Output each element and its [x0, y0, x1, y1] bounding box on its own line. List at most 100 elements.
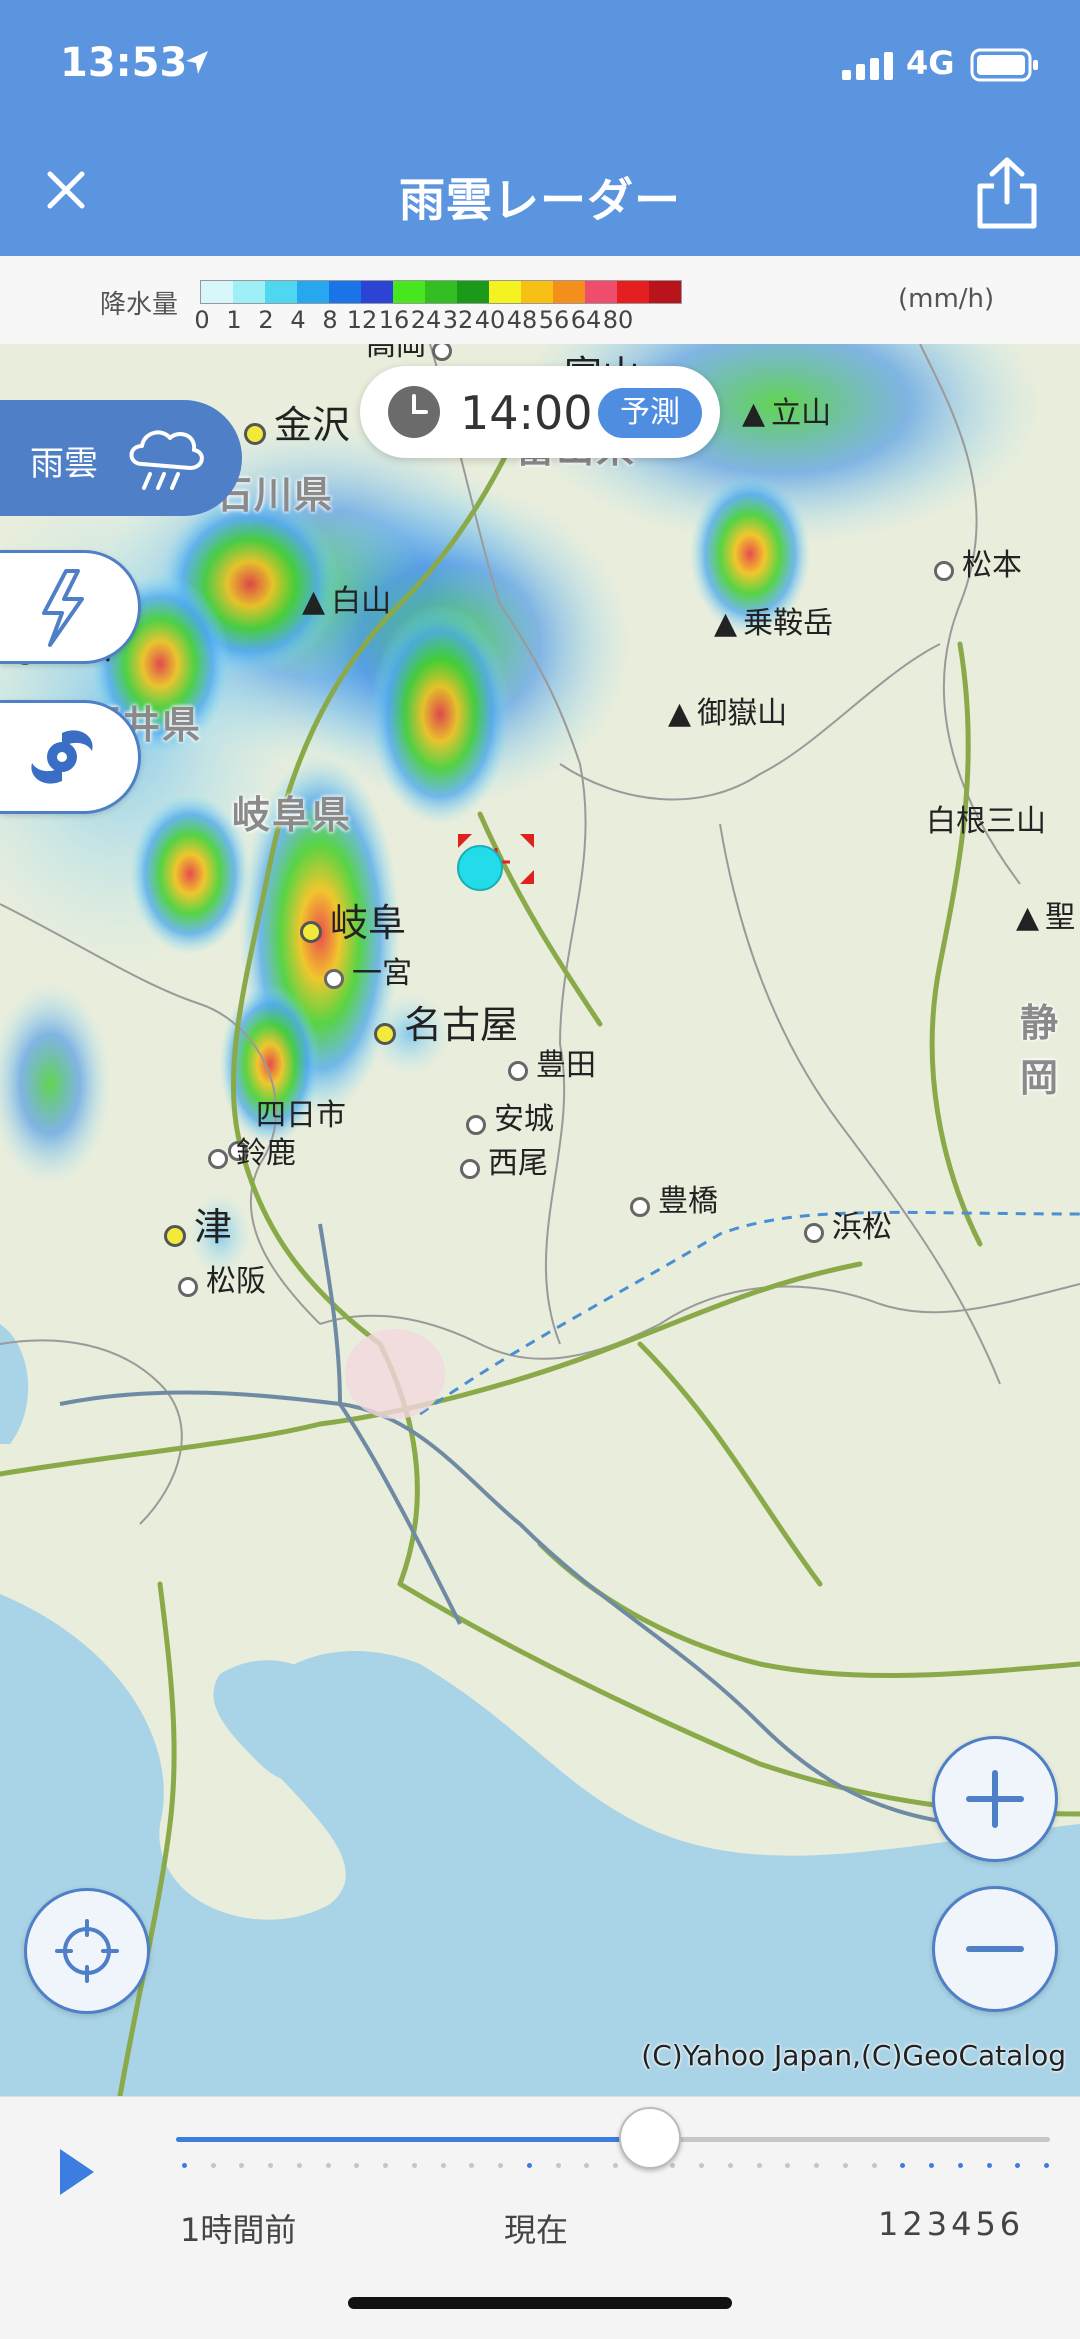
status-bar: 13:53 4G — [0, 0, 1080, 134]
timeline-tick — [1015, 2163, 1021, 2168]
legend-tick-label: 2 — [258, 306, 274, 334]
page-title: 雨雲レーダー — [399, 173, 681, 227]
timeline-progress — [176, 2137, 648, 2142]
zoom-out-button[interactable] — [932, 1886, 1058, 2012]
radar-map[interactable]: 富山県 石川県 福井県 岐阜県 静岡 富山 金沢 福井 岐阜 名古屋 津 高岡 … — [0, 344, 1080, 2096]
timeline-tick — [239, 2163, 245, 2168]
legend-swatch — [265, 281, 297, 303]
legend-tick-label: 80 — [602, 306, 634, 334]
pref-label-shizuoka: 静岡 — [1020, 1001, 1061, 1100]
map-copyright: (C)Yahoo Japan,(C)GeoCatalog — [641, 2039, 1066, 2072]
status-time: 13:53 — [60, 40, 188, 86]
lightning-layer-button[interactable] — [0, 550, 141, 664]
lightning-icon — [42, 569, 84, 647]
timeline-label-hours: 123456 — [878, 2205, 1025, 2243]
timeline-tick — [440, 2163, 446, 2168]
timeline-label-start: 1時間前 — [180, 2211, 297, 2249]
legend-swatch — [297, 281, 329, 303]
legend-tick-label: 32 — [442, 306, 474, 334]
battery-icon — [970, 48, 1038, 82]
legend-swatch — [585, 281, 617, 303]
legend-tick-label: 40 — [474, 306, 506, 334]
legend-swatch — [201, 281, 233, 303]
city-toyota: 豊田 — [508, 1040, 596, 1084]
legend-tick-label: 8 — [322, 306, 338, 334]
rain-cloud-layer-button[interactable]: 雨雲 — [0, 400, 242, 516]
forecast-time-pill[interactable]: 14:00 予測 — [360, 366, 720, 458]
play-button[interactable] — [58, 2147, 98, 2197]
forecast-time: 14:00 — [460, 386, 593, 440]
timeline-tick — [268, 2163, 274, 2168]
timeline-tick — [555, 2163, 561, 2168]
timeline-player: 1時間前 現在 123456 — [0, 2096, 1080, 2339]
timeline-tick — [670, 2163, 676, 2168]
crosshair-icon — [55, 1919, 119, 1983]
timeline-tick — [469, 2163, 475, 2168]
legend-tick-label: 64 — [570, 306, 602, 334]
city-suzuka: 鈴鹿 — [208, 1128, 296, 1172]
share-button[interactable] — [972, 152, 1042, 232]
legend-tick-label: 48 — [506, 306, 538, 334]
rain-cloud-label: 雨雲 — [30, 444, 98, 484]
location-arrow-icon — [186, 51, 208, 74]
legend-swatch — [425, 281, 457, 303]
timeline-tick — [785, 2163, 791, 2168]
mountain-shirane: 白根三山 — [926, 804, 1046, 839]
legend-tick-label: 24 — [410, 306, 442, 334]
legend-tick-label: 16 — [378, 306, 410, 334]
timeline-tick — [296, 2163, 302, 2168]
current-location-button[interactable] — [24, 1888, 150, 2014]
timeline-tick — [182, 2163, 187, 2168]
legend-swatch — [521, 281, 553, 303]
pref-label-gifu: 岐阜県 — [232, 793, 353, 837]
mountain-tateyama: ▲ 立山 — [742, 396, 832, 431]
legend-unit: (mm/h) — [898, 284, 995, 314]
timeline-tick — [900, 2163, 906, 2168]
city-hamamatsu: 浜松 — [804, 1202, 892, 1246]
mountain-norikura: ▲ 乗鞍岳 — [714, 606, 834, 641]
legend-swatch — [489, 281, 521, 303]
timeline-tick — [756, 2163, 762, 2168]
timeline-tick — [1044, 2163, 1049, 2168]
timeline-label-now: 現在 — [504, 2211, 569, 2249]
minus-icon — [966, 1946, 1024, 1952]
timeline-tick — [727, 2163, 733, 2168]
timeline-tick — [986, 2163, 992, 2168]
timeline-tick — [210, 2163, 216, 2168]
timeline-tick — [411, 2163, 417, 2168]
legend-swatch — [393, 281, 425, 303]
location-target-icon — [457, 834, 534, 891]
typhoon-layer-button[interactable] — [0, 700, 141, 814]
timeline-thumb[interactable] — [619, 2107, 681, 2169]
city-tsu: 津 — [164, 1196, 232, 1251]
legend-swatch — [617, 281, 649, 303]
forecast-badge: 予測 — [598, 388, 702, 438]
timeline-tick — [526, 2163, 532, 2168]
typhoon-icon — [31, 730, 93, 784]
timeline-tick — [498, 2163, 504, 2168]
legend-swatch — [329, 281, 361, 303]
timeline-tick — [957, 2163, 963, 2168]
city-matsumoto: 松本 — [934, 540, 1022, 584]
legend-color-scale — [200, 280, 682, 304]
legend-swatch — [649, 281, 681, 303]
timeline-tick — [814, 2163, 820, 2168]
city-toyohashi: 豊橋 — [630, 1176, 718, 1220]
legend-tick-label: 12 — [346, 306, 378, 334]
city-nagoya: 名古屋 — [374, 994, 518, 1049]
mountain-hijiri: ▲ 聖 — [1016, 900, 1076, 935]
legend-tick-label: 4 — [290, 306, 306, 334]
map-base — [0, 344, 1080, 2096]
precipitation-legend: 降水量 0 1 2 4 8 12 16 24 32 40 48 56 64 80 (mm/h) — [0, 256, 1080, 344]
legend-tick-label: 0 — [194, 306, 210, 334]
timeline-tick — [354, 2163, 360, 2168]
zoom-in-button[interactable] — [932, 1736, 1058, 1862]
home-indicator — [348, 2297, 732, 2309]
timeline-tick — [699, 2163, 705, 2168]
legend-swatch — [233, 281, 265, 303]
mountain-hakusan: ▲ 白山 — [302, 584, 392, 619]
timeline-tick — [842, 2163, 848, 2168]
legend-tick-label: 1 — [226, 306, 242, 334]
rain-cloud-icon — [129, 430, 204, 490]
signal-strength-icon — [842, 52, 893, 80]
